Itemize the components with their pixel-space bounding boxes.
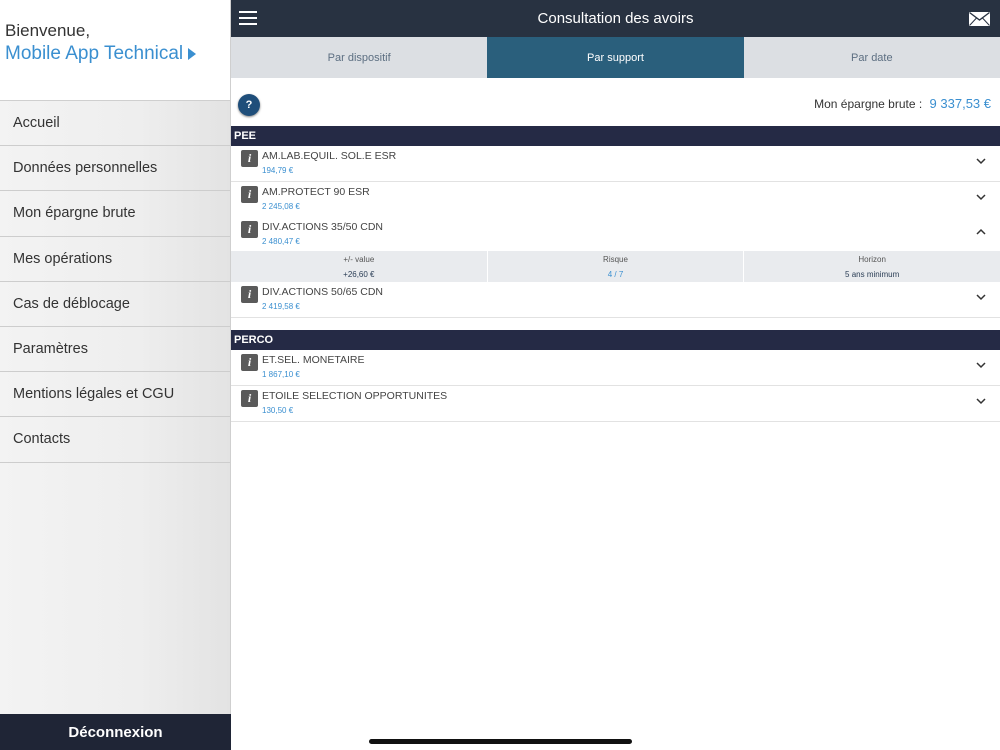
detail-value: 4 / 7 bbox=[607, 270, 624, 279]
fund-value: 2 480,47 € bbox=[262, 237, 300, 246]
chevron-down-icon[interactable] bbox=[976, 396, 986, 406]
tab-par-date[interactable]: Par date bbox=[743, 37, 1000, 78]
menu-item-mentions-legales[interactable]: Mentions légales et CGU bbox=[0, 372, 230, 418]
welcome-panel: Bienvenue, Mobile App Technical bbox=[0, 0, 230, 101]
fund-value: 2 419,58 € bbox=[262, 302, 300, 311]
fund-value: 130,50 € bbox=[262, 406, 294, 415]
fund-value: 1 867,10 € bbox=[262, 370, 300, 379]
menu-item-cas-de-deblocage[interactable]: Cas de déblocage bbox=[0, 282, 230, 327]
fund-name: DIV.ACTIONS 50/65 CDN bbox=[262, 286, 383, 298]
fund-name: DIV.ACTIONS 35/50 CDN bbox=[262, 221, 383, 233]
detail-value: +26,60 € bbox=[343, 270, 375, 279]
savings-value: 9 337,53 € bbox=[929, 96, 991, 111]
info-icon[interactable]: i bbox=[241, 150, 258, 167]
tab-par-dispositif[interactable]: Par dispositif bbox=[231, 37, 488, 78]
top-bar: Consultation des avoirs bbox=[231, 0, 1000, 37]
sidebar: Bienvenue, Mobile App Technical Accueil … bbox=[0, 0, 231, 750]
savings-label: Mon épargne brute : bbox=[814, 97, 923, 111]
menu-item-mon-epargne-brute[interactable]: Mon épargne brute bbox=[0, 191, 230, 237]
detail-label: Risque bbox=[603, 255, 628, 264]
menu-item-accueil[interactable]: Accueil bbox=[0, 101, 230, 147]
greeting-text: Bienvenue, bbox=[5, 21, 91, 40]
user-name-link[interactable]: Mobile App Technical bbox=[5, 43, 197, 65]
savings-summary: Mon épargne brute : 9 337,53 € bbox=[814, 96, 991, 111]
help-button[interactable]: ? bbox=[238, 94, 260, 116]
info-icon[interactable]: i bbox=[241, 390, 258, 407]
chevron-down-icon[interactable] bbox=[976, 192, 986, 202]
chevron-down-icon[interactable] bbox=[976, 292, 986, 302]
info-icon[interactable]: i bbox=[241, 286, 258, 303]
main-panel: Consultation des avoirs Par dispositif P… bbox=[231, 0, 1000, 750]
fund-name: ETOILE SELECTION OPPORTUNITES bbox=[262, 390, 448, 402]
side-menu: Accueil Données personnelles Mon épargne… bbox=[0, 101, 230, 463]
fund-row[interactable]: i ET.SEL. MONETAIRE 1 867,10 € bbox=[231, 350, 1000, 386]
fund-detail-panel: +/- value +26,60 € Risque 4 / 7 Horizon … bbox=[231, 251, 1000, 282]
fund-row[interactable]: i AM.LAB.EQUIL. SOL.E ESR 194,79 € bbox=[231, 146, 1000, 182]
chevron-up-icon[interactable] bbox=[976, 227, 986, 237]
info-icon[interactable]: i bbox=[241, 354, 258, 371]
section-header-perco: PERCO bbox=[231, 330, 1000, 350]
page-title: Consultation des avoirs bbox=[537, 10, 694, 27]
menu-item-parametres[interactable]: Paramètres bbox=[0, 327, 230, 373]
tab-par-support[interactable]: Par support bbox=[487, 37, 744, 78]
fund-row[interactable]: i ETOILE SELECTION OPPORTUNITES 130,50 € bbox=[231, 386, 1000, 422]
detail-plus-value: +/- value +26,60 € bbox=[231, 251, 488, 282]
menu-item-contacts[interactable]: Contacts bbox=[0, 417, 230, 463]
menu-item-mes-operations[interactable]: Mes opérations bbox=[0, 237, 230, 282]
detail-risk: Risque 4 / 7 bbox=[488, 251, 745, 282]
view-tabs: Par dispositif Par support Par date bbox=[231, 37, 1000, 78]
app: Bienvenue, Mobile App Technical Accueil … bbox=[0, 0, 1000, 750]
fund-name: ET.SEL. MONETAIRE bbox=[262, 354, 365, 366]
chevron-down-icon[interactable] bbox=[976, 360, 986, 370]
fund-name: AM.PROTECT 90 ESR bbox=[262, 186, 370, 198]
home-indicator[interactable] bbox=[369, 739, 632, 744]
fund-value: 2 245,08 € bbox=[262, 202, 300, 211]
envelope-icon[interactable] bbox=[969, 12, 990, 26]
fund-row[interactable]: i AM.PROTECT 90 ESR 2 245,08 € bbox=[231, 182, 1000, 218]
info-icon[interactable]: i bbox=[241, 186, 258, 203]
chevron-down-icon[interactable] bbox=[976, 156, 986, 166]
fund-value: 194,79 € bbox=[262, 166, 294, 175]
detail-horizon: Horizon 5 ans minimum bbox=[744, 251, 1000, 282]
user-name: Mobile App Technical bbox=[5, 43, 184, 64]
fund-name: AM.LAB.EQUIL. SOL.E ESR bbox=[262, 150, 397, 162]
menu-item-donnees-personnelles[interactable]: Données personnelles bbox=[0, 146, 230, 192]
detail-label: Horizon bbox=[858, 255, 886, 264]
detail-label: +/- value bbox=[343, 255, 375, 264]
fund-row[interactable]: i DIV.ACTIONS 50/65 CDN 2 419,58 € bbox=[231, 282, 1000, 318]
fund-row-expanded[interactable]: i DIV.ACTIONS 35/50 CDN 2 480,47 € bbox=[231, 217, 1000, 253]
caret-right-icon bbox=[188, 48, 197, 60]
info-icon[interactable]: i bbox=[241, 221, 258, 238]
logout-button[interactable]: Déconnexion bbox=[0, 714, 231, 750]
detail-value: 5 ans minimum bbox=[845, 270, 900, 279]
section-header-pee: PEE bbox=[231, 126, 1000, 146]
